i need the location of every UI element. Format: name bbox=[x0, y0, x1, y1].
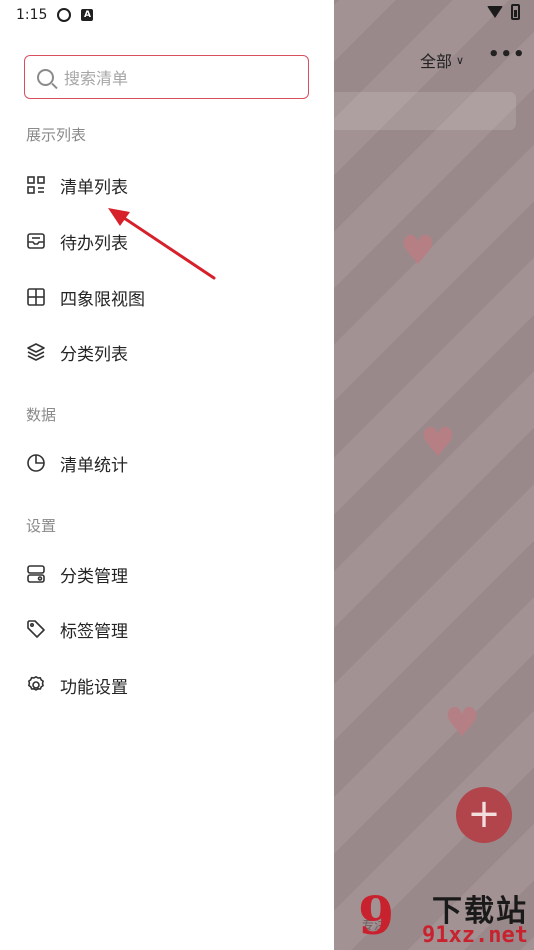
sync-icon bbox=[57, 8, 72, 22]
menu-label: 功能设置 bbox=[60, 677, 128, 698]
status-bar: 1:15 A bbox=[0, 0, 334, 30]
menu-label: 清单列表 bbox=[60, 177, 128, 198]
menu-item-category-list[interactable]: 分类列表 bbox=[26, 337, 128, 367]
chevron-down-icon: ∨ bbox=[456, 53, 465, 67]
watermark-domain: 91xz.net bbox=[422, 923, 528, 948]
inbox-icon bbox=[26, 231, 46, 251]
menu-item-stats[interactable]: 清单统计 bbox=[26, 448, 128, 478]
search-icon bbox=[37, 68, 54, 86]
layers-icon bbox=[26, 342, 46, 362]
navigation-drawer: 1:15 A 搜索清单 展示列表 清单列表 待办列表 四象限视图 分类列表 数据… bbox=[0, 0, 334, 950]
category-manage-icon bbox=[26, 564, 46, 584]
menu-label: 清单统计 bbox=[60, 455, 128, 476]
menu-item-checklist[interactable]: 清单列表 bbox=[26, 170, 128, 200]
grid-list-icon bbox=[26, 175, 46, 195]
menu-item-category-manage[interactable]: 分类管理 bbox=[26, 559, 128, 589]
filter-dropdown[interactable]: 全部 ∨ bbox=[420, 48, 464, 72]
filter-label: 全部 bbox=[420, 52, 453, 71]
tag-icon bbox=[26, 619, 46, 639]
battery-icon bbox=[511, 4, 520, 20]
pie-chart-icon bbox=[26, 453, 46, 473]
wifi-icon bbox=[487, 6, 503, 18]
menu-label: 分类列表 bbox=[60, 344, 128, 365]
watermark-logo: 9 bbox=[358, 886, 395, 947]
background-search-bar bbox=[334, 92, 516, 130]
more-options-button[interactable]: ••• bbox=[488, 44, 526, 65]
menu-label: 标签管理 bbox=[60, 621, 128, 642]
notification-icon: A bbox=[81, 9, 94, 21]
add-button[interactable]: + bbox=[456, 787, 512, 843]
status-time: 1:15 bbox=[16, 7, 48, 23]
menu-item-tag-manage[interactable]: 标签管理 bbox=[26, 614, 128, 644]
menu-item-feature-settings[interactable]: 功能设置 bbox=[26, 670, 128, 700]
heart-icon: ♥ bbox=[400, 228, 436, 274]
search-placeholder: 搜索清单 bbox=[64, 69, 129, 88]
quadrant-icon bbox=[26, 287, 46, 307]
section-title-settings: 设置 bbox=[26, 517, 57, 535]
watermark: 9 下载站 91xz.net bbox=[356, 882, 532, 950]
section-title-data: 数据 bbox=[26, 406, 57, 424]
gear-icon bbox=[26, 675, 46, 695]
menu-label: 分类管理 bbox=[60, 566, 128, 587]
status-bar-right bbox=[334, 0, 534, 30]
section-title-display: 展示列表 bbox=[26, 126, 87, 144]
heart-icon: ♥ bbox=[444, 700, 480, 746]
heart-icon: ♥ bbox=[420, 420, 456, 466]
search-input[interactable]: 搜索清单 bbox=[24, 55, 309, 99]
annotation-arrow bbox=[108, 208, 216, 280]
